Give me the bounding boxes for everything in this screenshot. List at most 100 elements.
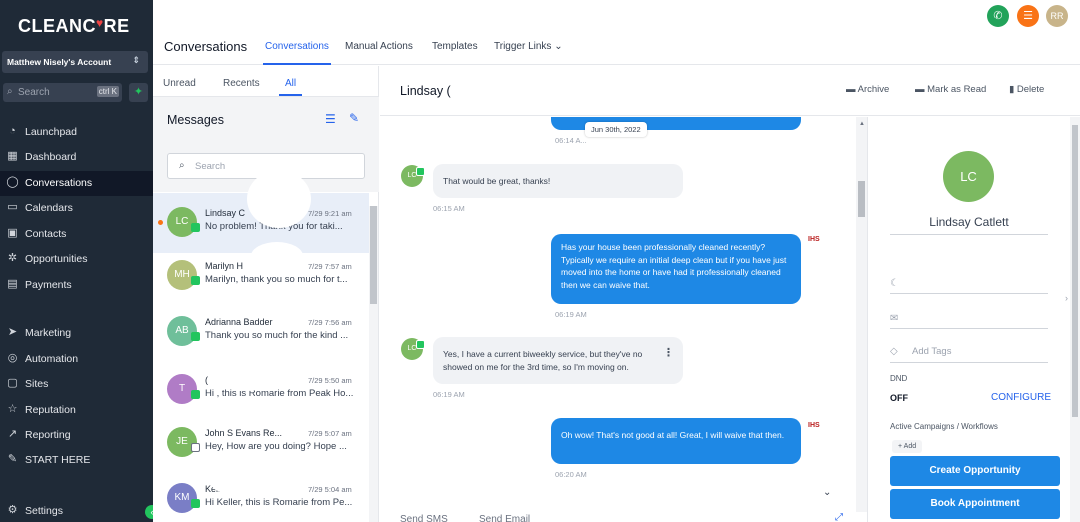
sites-icon: ▢ bbox=[7, 377, 18, 389]
sender-badge: IHS bbox=[808, 236, 820, 243]
chat-thread: Jun 30th, 2022 06:14 A... LC That would … bbox=[380, 117, 856, 512]
timestamp: 7/29 7:56 am bbox=[308, 318, 352, 327]
configure-link[interactable]: CONFIGURE bbox=[991, 392, 1051, 403]
tab-templates[interactable]: Templates bbox=[432, 41, 478, 52]
phone-field[interactable] bbox=[890, 293, 1048, 294]
redaction-mark bbox=[209, 464, 253, 494]
chat-contact-name: Lindsay ( bbox=[400, 84, 451, 98]
sidebar-item-payments[interactable]: ▤ Payments bbox=[0, 273, 153, 298]
phone-icon: ☾ bbox=[890, 278, 899, 289]
shortcut-badge: ctrl K bbox=[96, 86, 119, 97]
filter-icon[interactable]: ☰ bbox=[325, 112, 336, 126]
timestamp: 7/29 9:21 am bbox=[308, 209, 352, 218]
dnd-label: DND bbox=[890, 374, 908, 383]
user-avatar[interactable]: RR bbox=[1046, 5, 1068, 27]
phone-button[interactable]: ✆ bbox=[987, 5, 1009, 27]
tab-manual-actions[interactable]: Manual Actions bbox=[345, 41, 413, 52]
timestamp: 7/29 7:57 am bbox=[308, 262, 352, 271]
conversation-item[interactable]: JE John S Evans Re... 7/29 5:07 am Hey, … bbox=[153, 413, 369, 473]
tags-input[interactable]: Add Tags bbox=[912, 346, 951, 357]
scroll-thumb[interactable] bbox=[370, 206, 377, 304]
calendar-icon: ▭ bbox=[7, 201, 18, 213]
search-icon: ⌕ bbox=[179, 160, 185, 171]
mark-as-read-button[interactable]: ▬ Mark as Read bbox=[915, 84, 986, 95]
tab-send-sms[interactable]: Send SMS bbox=[400, 514, 448, 522]
sidebar-item-reporting[interactable]: ↗ Reporting bbox=[0, 423, 153, 448]
sidebar-item-dashboard[interactable]: ▦ Dashboard bbox=[0, 145, 153, 170]
add-campaign-button[interactable]: + Add bbox=[892, 440, 923, 453]
divider bbox=[890, 234, 1048, 235]
trash-icon: ▮ bbox=[1009, 84, 1015, 95]
tab-send-email[interactable]: Send Email bbox=[479, 514, 530, 522]
divider bbox=[890, 362, 1048, 363]
book-appointment-button[interactable]: Book Appointment bbox=[890, 489, 1060, 519]
notifications-button[interactable]: ☰ bbox=[1017, 5, 1039, 27]
contact-name: ( bbox=[205, 375, 208, 385]
message-snippet: Hi , this is Romarie from Peak Ho... bbox=[205, 388, 354, 399]
email-channel-icon bbox=[191, 443, 200, 452]
scroll-thumb[interactable] bbox=[858, 181, 865, 217]
trend-icon: ↗ bbox=[7, 428, 18, 440]
avatar: LC bbox=[401, 338, 425, 360]
message-snippet: Hey, How are you doing? Hope ... bbox=[205, 441, 347, 452]
tab-recents[interactable]: Recents bbox=[223, 78, 260, 89]
tab-unread[interactable]: Unread bbox=[163, 78, 196, 89]
sidebar-item-settings[interactable]: ⚙ Settings bbox=[0, 499, 153, 522]
expand-icon[interactable]: ⤢ bbox=[835, 512, 843, 522]
date-separator: Jun 30th, 2022 bbox=[585, 122, 647, 137]
tag-icon: ◇ bbox=[890, 346, 898, 357]
delete-button[interactable]: ▮ Delete bbox=[1009, 84, 1044, 95]
scroll-up-icon[interactable]: ▲ bbox=[859, 121, 865, 127]
avatar: T bbox=[167, 374, 197, 404]
message-bubble-incoming: That would be great, thanks! bbox=[433, 164, 683, 198]
sidebar-item-launchpad[interactable]: ◔ Launchpad bbox=[0, 120, 153, 145]
sidebar-search[interactable]: ⌕ Search ctrl K bbox=[3, 83, 122, 102]
automation-icon: ◎ bbox=[7, 352, 18, 364]
scroll-down-icon[interactable]: ⌄ bbox=[823, 487, 831, 498]
receipt-icon: ▤ bbox=[7, 278, 18, 290]
app-logo[interactable]: CLEANC♥RE bbox=[18, 16, 130, 37]
bolt-icon: ✦ bbox=[133, 86, 144, 98]
archive-button[interactable]: ▬ Archive bbox=[846, 84, 889, 95]
quick-action-button[interactable]: ✦ bbox=[129, 83, 148, 102]
message-time: 06:19 AM bbox=[555, 310, 587, 319]
compose-icon[interactable]: ✎ bbox=[349, 111, 359, 125]
sidebar-item-automation[interactable]: ◎ Automation bbox=[0, 347, 153, 372]
sidebar-item-conversations[interactable]: ◯ Conversations bbox=[0, 171, 153, 196]
message-time: 06:14 A... bbox=[555, 136, 587, 145]
tab-all[interactable]: All bbox=[278, 78, 303, 96]
sidebar-item-calendars[interactable]: ▭ Calendars bbox=[0, 196, 153, 221]
conversation-list-panel: Unread Recents All Messages ☰ ✎ ⌕ Search… bbox=[153, 66, 379, 522]
create-opportunity-button[interactable]: Create Opportunity bbox=[890, 456, 1060, 486]
sidebar-item-reputation[interactable]: ☆ Reputation bbox=[0, 398, 153, 423]
sms-channel-icon bbox=[191, 223, 200, 232]
message-bubble-outgoing: Oh wow! That's not good at all! Great, I… bbox=[551, 418, 801, 464]
email-field[interactable] bbox=[890, 328, 1048, 329]
sidebar-item-start-here[interactable]: ✎ START HERE bbox=[0, 448, 153, 473]
contact-scrollbar[interactable] bbox=[1070, 117, 1080, 522]
dnd-status: OFF bbox=[890, 393, 908, 403]
conversation-item[interactable]: KM Keller 7/29 5:04 am Hi Keller, this i… bbox=[153, 469, 369, 522]
tab-trigger-links[interactable]: Trigger Links ⌄ bbox=[494, 41, 563, 52]
scroll-thumb[interactable] bbox=[1072, 125, 1078, 417]
tab-conversations[interactable]: Conversations bbox=[263, 41, 331, 65]
list-scrollbar[interactable] bbox=[369, 206, 378, 522]
chevron-right-icon[interactable]: › bbox=[1065, 293, 1068, 303]
sidebar-item-sites[interactable]: ▢ Sites bbox=[0, 372, 153, 397]
sidebar-item-marketing[interactable]: ➤ Marketing bbox=[0, 321, 153, 346]
more-options-icon[interactable]: ⋮ bbox=[663, 346, 674, 359]
contacts-icon: ▣ bbox=[7, 227, 18, 239]
avatar: JE bbox=[167, 427, 197, 457]
conversation-item[interactable]: AB Adrianna Badder 7/29 7:56 am Thank yo… bbox=[153, 302, 369, 362]
top-bar: Conversations Conversations Manual Actio… bbox=[153, 0, 1080, 65]
phone-icon: ✆ bbox=[993, 10, 1003, 22]
heart-icon: ♥ bbox=[96, 16, 104, 30]
unread-dot bbox=[158, 220, 163, 225]
sidebar-item-contacts[interactable]: ▣ Contacts bbox=[0, 222, 153, 247]
sidebar-item-opportunities[interactable]: ✲ Opportunities bbox=[0, 247, 153, 272]
account-switcher[interactable]: Matthew Nisely's Account ⇕ bbox=[2, 51, 148, 73]
inbox-icon: ▬ bbox=[915, 84, 925, 95]
email-icon: ✉ bbox=[890, 313, 899, 324]
chat-scrollbar[interactable]: ▲ bbox=[856, 117, 867, 512]
grid-icon: ▦ bbox=[7, 150, 18, 162]
